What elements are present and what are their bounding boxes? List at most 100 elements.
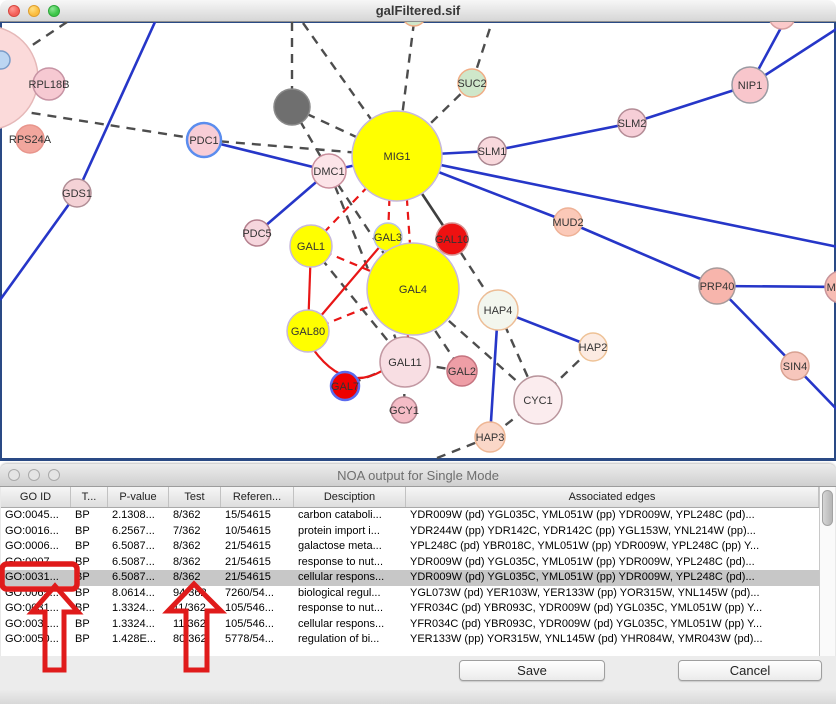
network-edge[interactable] <box>492 123 632 151</box>
table-cell: 6.2567... <box>108 524 169 540</box>
network-canvas-area[interactable]: RPL18BRPS24AGDS1PDC1PDC5MIG1DMC1SUC2SLM1… <box>0 22 836 461</box>
save-button[interactable]: Save <box>459 660 605 681</box>
table-row[interactable]: GO:0031...BP1.3324...11/362105/546...cel… <box>1 617 819 633</box>
table-cell: 1.3324... <box>108 617 169 633</box>
node-MIG1[interactable]: MIG1 <box>352 111 442 201</box>
table-row[interactable]: GO:0016...BP6.2567...7/36210/54615protei… <box>1 524 819 540</box>
table-cell: YPL248C (pd) YBR018C, YML051W (pp) YDR00… <box>406 539 819 555</box>
node-GAL1[interactable]: GAL1 <box>290 225 332 267</box>
table-cell: 105/546... <box>221 601 294 617</box>
node-NIP1[interactable]: NIP1 <box>732 67 768 103</box>
node-PDC5[interactable]: PDC5 <box>242 220 271 246</box>
node-SUC2[interactable]: SUC2 <box>457 69 486 97</box>
table-row[interactable]: GO:0007...BP6.5087...8/36221/54615respon… <box>1 555 819 571</box>
column-header[interactable]: Referen... <box>221 487 294 507</box>
table-cell: galactose meta... <box>294 539 406 555</box>
window-title: galFiltered.sif <box>0 3 836 18</box>
table-cell: 8.0614... <box>108 586 169 602</box>
node-big-pale-node[interactable] <box>0 26 38 130</box>
table-cell: protein import i... <box>294 524 406 540</box>
screen: galFiltered.sif RPL18BRPS24AGDS1PDC1PDC5… <box>0 0 836 704</box>
network-edge[interactable] <box>0 193 77 300</box>
node-MSL5[interactable]: MSL5 <box>825 271 836 303</box>
node-GAL2[interactable]: GAL2 <box>447 356 477 386</box>
node-label: SLM2 <box>618 118 647 130</box>
node-label: GAL7 <box>331 381 359 393</box>
table-row[interactable]: GO:0006...BP6.5087...8/36221/54615galact… <box>1 539 819 555</box>
table-cell: BP <box>71 524 108 540</box>
node-label: GAL10 <box>435 234 469 246</box>
table-cell: 8/362 <box>169 570 221 586</box>
table-cell: regulation of bi... <box>294 632 406 648</box>
node-top-green-node[interactable] <box>402 22 426 26</box>
node-label: SUC2 <box>457 78 486 90</box>
table-cell: 6.5087... <box>108 570 169 586</box>
network-edge[interactable] <box>77 22 155 193</box>
table-row[interactable]: GO:0045...BP2.1308...8/36215/54615carbon… <box>1 508 819 524</box>
node-PDC1[interactable]: PDC1 <box>187 123 221 157</box>
network-canvas: RPL18BRPS24AGDS1PDC1PDC5MIG1DMC1SUC2SLM1… <box>0 22 836 460</box>
table-cell: BP <box>71 539 108 555</box>
node-CYC1[interactable]: CYC1 <box>514 376 562 424</box>
table-cell: 8/362 <box>169 539 221 555</box>
table-row[interactable]: GO:0065...BP8.0614...94/3627260/54...bio… <box>1 586 819 602</box>
vertical-scrollbar[interactable] <box>819 487 835 656</box>
node-GAL11[interactable]: GAL11 <box>380 337 430 387</box>
results-table: GO IDT...P-valueTestReferen...Desciption… <box>1 487 835 657</box>
node-GAL7[interactable]: GAL7 <box>331 372 359 400</box>
table-cell: GO:0007... <box>1 555 71 571</box>
column-header[interactable]: Associated edges <box>406 487 819 507</box>
table-cell: response to nut... <box>294 555 406 571</box>
table-cell: GO:0031... <box>1 570 71 586</box>
node-HAP3[interactable]: HAP3 <box>475 422 505 452</box>
node-GCY1[interactable]: GCY1 <box>389 397 419 423</box>
node-SLM2[interactable]: SLM2 <box>618 109 647 137</box>
node-label: CYC1 <box>523 395 552 407</box>
column-header[interactable]: T... <box>71 487 108 507</box>
table-cell: GO:0031... <box>1 617 71 633</box>
column-header[interactable]: Desciption <box>294 487 406 507</box>
table-cell: GO:0031... <box>1 601 71 617</box>
node-circle[interactable] <box>274 89 310 125</box>
network-edge[interactable] <box>204 140 329 171</box>
node-label: GAL80 <box>291 326 325 338</box>
table-row[interactable]: GO:0031...BP1.3324...11/362105/546...res… <box>1 601 819 617</box>
node-PRP40[interactable]: PRP40 <box>699 268 735 304</box>
node-gray-node[interactable] <box>274 89 310 125</box>
node-circle[interactable] <box>0 26 38 130</box>
node-label: RPS24A <box>9 134 52 146</box>
table-cell: GO:0006... <box>1 539 71 555</box>
node-HAP2[interactable]: HAP2 <box>579 333 608 361</box>
node-GAL10[interactable]: GAL10 <box>435 223 469 255</box>
noa-output-window: NOA output for Single Mode GO IDT...P-va… <box>0 464 836 704</box>
node-RPS24A[interactable]: RPS24A <box>9 125 52 153</box>
node-MUD2[interactable]: MUD2 <box>552 208 583 236</box>
table-row[interactable]: GO:0031...BP6.5087...8/36221/54615cellul… <box>1 570 819 586</box>
node-label: HAP2 <box>579 342 608 354</box>
scrollbar-thumb[interactable] <box>822 490 833 526</box>
table-header-row[interactable]: GO IDT...P-valueTestReferen...Desciption… <box>1 487 819 508</box>
table-cell: YGL073W (pd) YER103W, YER133W (pp) YOR31… <box>406 586 819 602</box>
node-GAL4[interactable]: GAL4 <box>367 243 459 335</box>
table-cell: GO:0065... <box>1 586 71 602</box>
node-GAL80[interactable]: GAL80 <box>287 310 329 352</box>
node-GDS1[interactable]: GDS1 <box>62 179 92 207</box>
node-top-pink-node[interactable] <box>769 22 795 29</box>
column-header[interactable]: P-value <box>108 487 169 507</box>
node-HAP4[interactable]: HAP4 <box>478 290 518 330</box>
node-DMC1[interactable]: DMC1 <box>312 154 346 188</box>
node-circle[interactable] <box>402 22 426 26</box>
table-cell: BP <box>71 555 108 571</box>
cancel-button[interactable]: Cancel <box>678 660 822 681</box>
node-label: SIN4 <box>783 361 807 373</box>
table-cell: GO:0050... <box>1 632 71 648</box>
node-SIN4[interactable]: SIN4 <box>781 352 809 380</box>
network-edge[interactable] <box>568 222 717 286</box>
table-row[interactable]: GO:0050...BP1.428E...80/3625778/54...reg… <box>1 632 819 648</box>
node-SLM1[interactable]: SLM1 <box>478 137 507 165</box>
table-cell: 7260/54... <box>221 586 294 602</box>
column-header[interactable]: GO ID <box>1 487 71 507</box>
node-circle[interactable] <box>769 22 795 29</box>
column-header[interactable]: Test <box>169 487 221 507</box>
table-cell: YFR034C (pd) YBR093C, YDR009W (pd) YGL03… <box>406 617 819 633</box>
